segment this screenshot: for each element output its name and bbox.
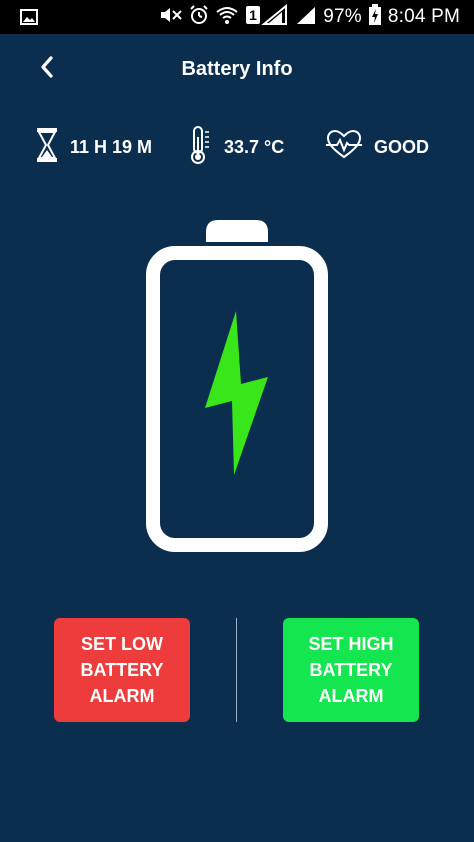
set-high-battery-alarm-button[interactable]: SET HIGH BATTERY ALARM [283, 618, 419, 722]
time-remaining-stat: 11 H 19 M [36, 124, 152, 170]
temperature-value: 33.7 °C [224, 136, 285, 157]
sim1-signal-icon: 1 [245, 3, 289, 31]
status-bar: 1 97% 8:04 PM [0, 0, 474, 34]
button-divider [236, 618, 237, 722]
health-value: GOOD [374, 136, 430, 157]
set-low-battery-alarm-button[interactable]: SET LOW BATTERY ALARM [54, 618, 190, 722]
hourglass-icon [36, 127, 58, 168]
high-alarm-label: SET HIGH BATTERY ALARM [308, 634, 394, 706]
time-remaining-value: 11 H 19 M [70, 136, 153, 157]
battery-percent: 97% [323, 6, 362, 27]
status-time: 8:04 PM [387, 6, 460, 27]
wifi-icon [215, 5, 239, 30]
battery-charging-icon [368, 3, 382, 31]
signal-icon [295, 5, 317, 30]
battery-graphic [0, 212, 474, 562]
image-notification-icon [20, 9, 38, 25]
battery-charging-icon [146, 220, 328, 552]
alarm-icon [189, 4, 209, 30]
app-header: Battery Info [0, 34, 474, 106]
mute-icon [159, 5, 183, 30]
thermometer-icon [188, 125, 212, 170]
battery-stats-row: 11 H 19 M 33.7 °C GOOD [0, 124, 474, 170]
sim-label: 1 [249, 7, 257, 23]
page-title: Battery Info [181, 58, 293, 80]
heart-pulse-icon [326, 129, 362, 165]
health-stat: GOOD [326, 124, 429, 170]
temperature-stat: 33.7 °C [188, 124, 284, 170]
low-alarm-label: SET LOW BATTERY ALARM [80, 634, 164, 706]
status-icons: 1 97% 8:04 PM [159, 0, 460, 34]
